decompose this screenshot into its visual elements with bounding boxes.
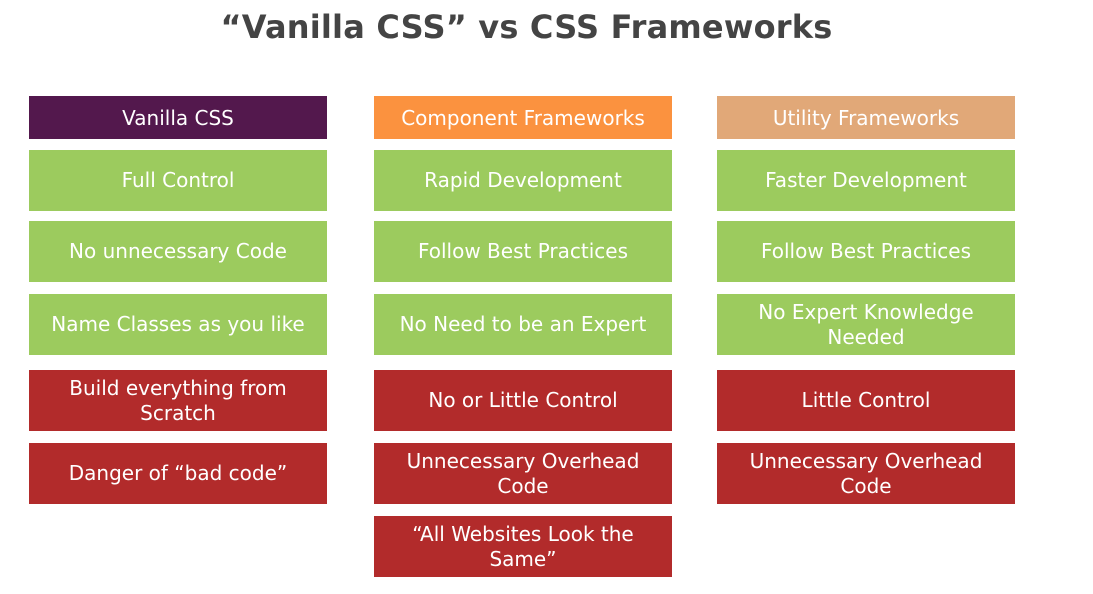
pro-item: Rapid Development: [374, 150, 672, 211]
pro-item: No Expert Knowledge Needed: [717, 294, 1015, 355]
pro-item: Full Control: [29, 150, 327, 211]
con-item: Unnecessary Overhead Code: [717, 443, 1015, 504]
con-item: Unnecessary Overhead Code: [374, 443, 672, 504]
con-item: Little Control: [717, 370, 1015, 431]
column-component-frameworks: Component Frameworks Rapid Development F…: [374, 96, 672, 577]
pro-item: Faster Development: [717, 150, 1015, 211]
con-item: No or Little Control: [374, 370, 672, 431]
pro-item: Follow Best Practices: [717, 221, 1015, 282]
column-header-vanilla-css: Vanilla CSS: [29, 96, 327, 139]
pro-item: No unnecessary Code: [29, 221, 327, 282]
pro-item: No Need to be an Expert: [374, 294, 672, 355]
column-vanilla-css: Vanilla CSS Full Control No unnecessary …: [29, 96, 327, 504]
pro-item: Name Classes as you like: [29, 294, 327, 355]
column-utility-frameworks: Utility Frameworks Faster Development Fo…: [717, 96, 1015, 504]
column-header-utility-frameworks: Utility Frameworks: [717, 96, 1015, 139]
con-item: “All Websites Look the Same”: [374, 516, 672, 577]
con-item: Build everything from Scratch: [29, 370, 327, 431]
pro-item: Follow Best Practices: [374, 221, 672, 282]
column-header-component-frameworks: Component Frameworks: [374, 96, 672, 139]
con-item: Danger of “bad code”: [29, 443, 327, 504]
page-title: “Vanilla CSS” vs CSS Frameworks: [220, 8, 833, 46]
